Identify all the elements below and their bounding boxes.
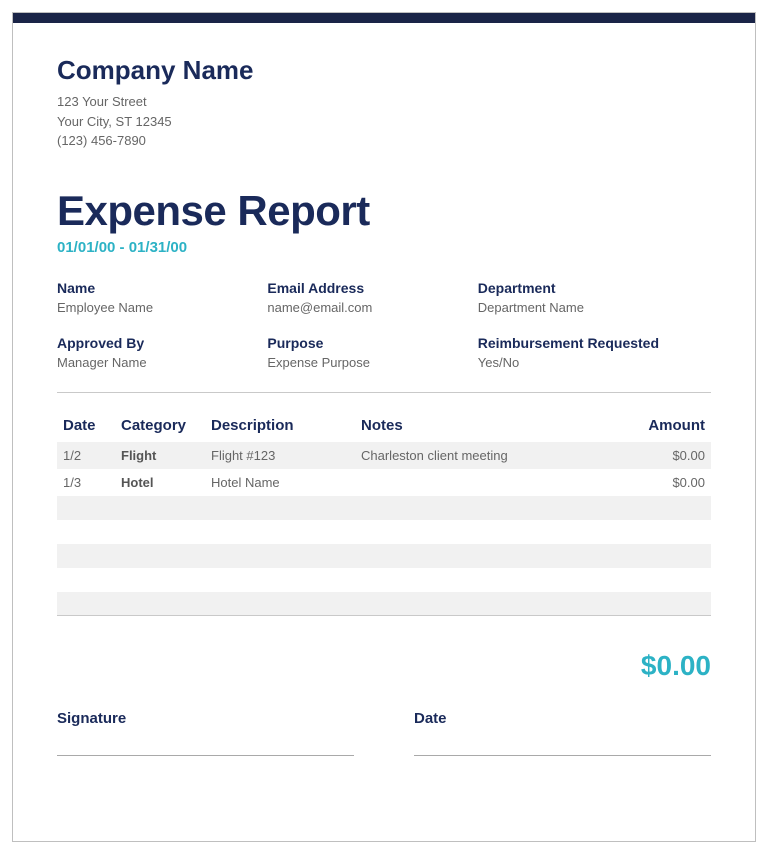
- col-amount: Amount: [621, 409, 711, 442]
- date-label: Date: [414, 710, 711, 727]
- total-amount: $0.00: [57, 650, 711, 682]
- document-body: Company Name 123 Your Street Your City, …: [13, 23, 755, 776]
- cell-category: Hotel: [115, 469, 205, 496]
- meta-department: Department Department Name: [478, 280, 711, 315]
- meta-value: Employee Name: [57, 300, 251, 315]
- company-city-state-zip: Your City, ST 12345: [57, 112, 711, 132]
- cell-amount: $0.00: [621, 442, 711, 469]
- meta-label: Email Address: [267, 280, 461, 296]
- cell-date: 1/2: [57, 442, 115, 469]
- company-street: 123 Your Street: [57, 92, 711, 112]
- meta-approved-by: Approved By Manager Name: [57, 335, 251, 370]
- col-category: Category: [115, 409, 205, 442]
- company-phone: (123) 456-7890: [57, 131, 711, 151]
- table-empty-row: [57, 496, 711, 520]
- meta-label: Approved By: [57, 335, 251, 351]
- meta-label: Purpose: [267, 335, 461, 351]
- meta-purpose: Purpose Expense Purpose: [267, 335, 461, 370]
- divider: [57, 392, 711, 393]
- meta-email: Email Address name@email.com: [267, 280, 461, 315]
- meta-value: Expense Purpose: [267, 355, 461, 370]
- cell-amount: $0.00: [621, 469, 711, 496]
- meta-value: Department Name: [478, 300, 711, 315]
- meta-reimbursement: Reimbursement Requested Yes/No: [478, 335, 711, 370]
- meta-label: Department: [478, 280, 711, 296]
- table-gap-row: [57, 568, 711, 592]
- meta-value: Yes/No: [478, 355, 711, 370]
- date-block: Date: [414, 710, 711, 756]
- cell-notes: [355, 469, 621, 496]
- col-description: Description: [205, 409, 355, 442]
- top-accent-bar: [13, 13, 755, 23]
- cell-description: Flight #123: [205, 442, 355, 469]
- meta-value: Manager Name: [57, 355, 251, 370]
- signature-line: [57, 755, 354, 756]
- table-header-row: Date Category Description Notes Amount: [57, 409, 711, 442]
- table-gap-row: [57, 520, 711, 544]
- cell-category: Flight: [115, 442, 205, 469]
- signature-label: Signature: [57, 710, 354, 727]
- company-name: Company Name: [57, 55, 711, 86]
- date-line: [414, 755, 711, 756]
- meta-label: Reimbursement Requested: [478, 335, 711, 351]
- cell-description: Hotel Name: [205, 469, 355, 496]
- col-notes: Notes: [355, 409, 621, 442]
- table-row: 1/2 Flight Flight #123 Charleston client…: [57, 442, 711, 469]
- document-page: Company Name 123 Your Street Your City, …: [12, 12, 756, 842]
- signature-block: Signature: [57, 710, 354, 756]
- cell-notes: Charleston client meeting: [355, 442, 621, 469]
- cell-date: 1/3: [57, 469, 115, 496]
- table-empty-row: [57, 544, 711, 568]
- meta-value: name@email.com: [267, 300, 461, 315]
- report-date-range: 01/01/00 - 01/31/00: [57, 239, 711, 256]
- col-date: Date: [57, 409, 115, 442]
- meta-label: Name: [57, 280, 251, 296]
- table-bottom-divider: [57, 616, 711, 640]
- signature-row: Signature Date: [57, 710, 711, 756]
- expense-table: Date Category Description Notes Amount 1…: [57, 409, 711, 640]
- table-empty-row: [57, 592, 711, 616]
- meta-name: Name Employee Name: [57, 280, 251, 315]
- meta-grid: Name Employee Name Email Address name@em…: [57, 280, 711, 370]
- report-title: Expense Report: [57, 187, 711, 235]
- table-row: 1/3 Hotel Hotel Name $0.00: [57, 469, 711, 496]
